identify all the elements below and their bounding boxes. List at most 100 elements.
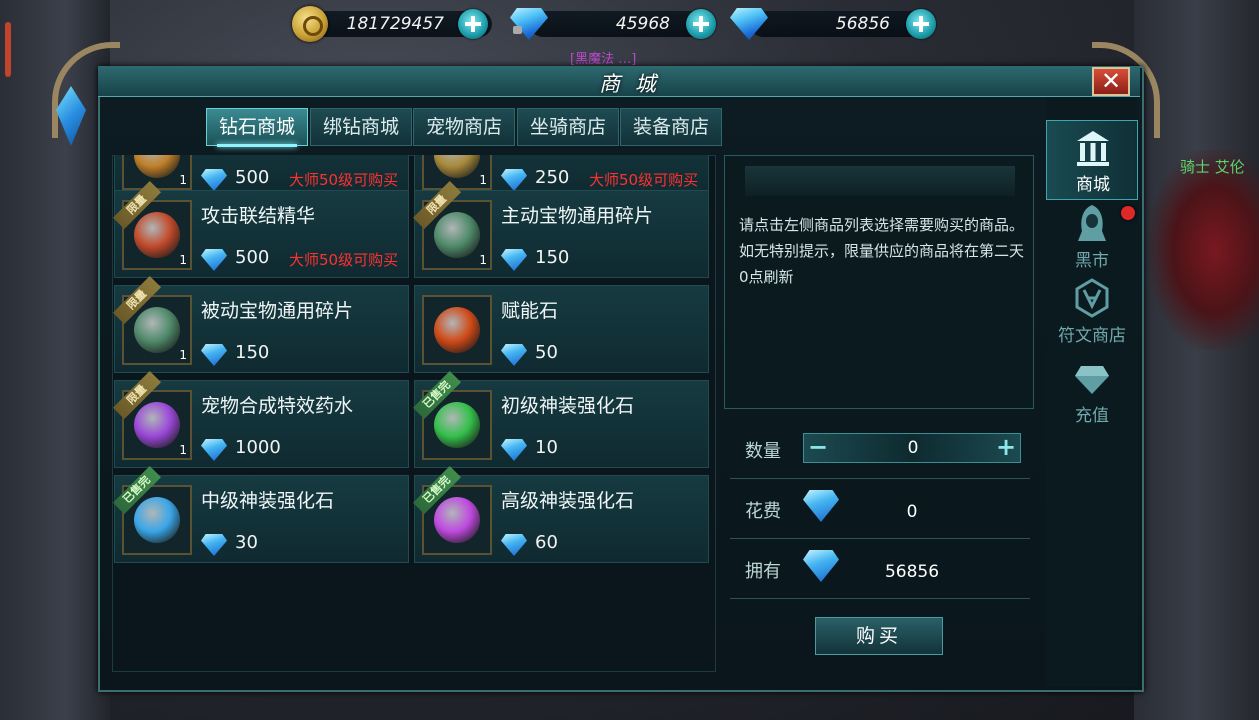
item-price: 150 [235, 342, 270, 363]
diamond-price-icon [201, 439, 227, 461]
item-name: 初级神装强化石 [501, 395, 635, 417]
notification-dot [1121, 206, 1135, 220]
item-price: 10 [535, 437, 558, 458]
item-stack-count: 1 [479, 253, 487, 267]
item-stack-count: 1 [179, 443, 187, 457]
side-nav-label: 黑市 [1075, 251, 1109, 271]
item-description-panel: 请点击左侧商品列表选择需要购买的商品。 如无特别提示，限量供应的商品将在第二天0… [724, 155, 1034, 409]
shop-item[interactable]: 已售完 中级神装强化石 30 [112, 465, 409, 563]
description-text: 请点击左侧商品列表选择需要购买的商品。 如无特别提示，限量供应的商品将在第二天0… [739, 216, 1025, 286]
diamond-price-icon [501, 249, 527, 271]
owned-value: 56856 [884, 562, 940, 582]
item-price: 150 [535, 247, 570, 268]
item-name: 宠物合成特效药水 [201, 395, 354, 417]
side-nav-label: 符文商店 [1058, 326, 1126, 346]
gold-amount: 181729457 [346, 14, 444, 34]
item-requirement: 大师50级可购买 [289, 251, 399, 269]
bound-diamond-amount: 45968 [615, 14, 670, 34]
item-price: 50 [535, 342, 558, 363]
add-diamond-button[interactable] [906, 9, 936, 39]
diamond-price-icon [501, 439, 527, 461]
add-gold-button[interactable] [458, 9, 488, 39]
side-nav-label: 充值 [1075, 406, 1109, 426]
item-thumbnail [422, 295, 492, 365]
side-nav-rune-shop[interactable]: 符文商店 [1046, 270, 1138, 350]
hooded-figure-icon [1078, 205, 1106, 241]
diamond-amount: 56856 [835, 14, 890, 34]
item-stack-count: 1 [179, 348, 187, 362]
diamond-price-icon [201, 534, 227, 556]
item-requirement: 大师50级可购买 [589, 171, 699, 189]
jade-fragment-icon [134, 307, 180, 353]
shop-item[interactable]: 1 限量 被动宝物通用碎片 150 [112, 275, 409, 373]
potion-icon [134, 402, 180, 448]
bank-icon [1077, 131, 1109, 166]
diamond-price-icon [501, 344, 527, 366]
item-name: 高级神装强化石 [501, 490, 635, 512]
diamond-price-icon [201, 169, 227, 191]
item-name: 攻击联结精华 [201, 205, 316, 227]
diamond-price-icon [501, 534, 527, 556]
window-title: 商 城 [599, 72, 660, 96]
tab-pet-shop[interactable]: 宠物商店 [413, 108, 515, 146]
item-stack-count: 1 [479, 173, 487, 187]
shop-item[interactable]: 赋能石 50 [414, 285, 709, 373]
quantity-stepper[interactable]: − 0 + [803, 433, 1021, 463]
add-bound-diamond-button[interactable] [686, 9, 716, 39]
bound-diamond-currency: 45968 [510, 6, 720, 42]
increase-quantity-button[interactable]: + [994, 435, 1018, 460]
item-name: 主动宝物通用碎片 [501, 205, 654, 227]
side-nav-label: 商城 [1076, 175, 1110, 195]
quantity-label: 数量 [745, 441, 781, 462]
tab-equipment-shop[interactable]: 装备商店 [620, 108, 722, 146]
background-player-name: 骑士 艾伦 [1180, 158, 1245, 176]
diamond-icon [1075, 366, 1109, 394]
side-nav-recharge[interactable]: 充值 [1046, 350, 1138, 430]
shop-item[interactable]: 已售完 初级神装强化石 10 [412, 370, 709, 468]
side-nav-shop[interactable]: 商城 [1046, 120, 1138, 200]
jade-fragment-icon [434, 212, 480, 258]
item-price: 500 [235, 247, 270, 268]
owned-label: 拥有 [745, 561, 781, 582]
item-price: 1000 [235, 437, 281, 458]
background-character [1149, 150, 1259, 350]
description-header [745, 166, 1015, 196]
diamond-price-icon [201, 249, 227, 271]
divider [730, 478, 1030, 479]
item-name: 中级神装强化石 [201, 490, 335, 512]
shop-item[interactable]: 已售完 高级神装强化石 60 [412, 465, 709, 563]
diamond-currency: 56856 [730, 6, 940, 42]
empower-stone-icon [434, 307, 480, 353]
item-requirement: 大师50级可购买 [289, 171, 399, 189]
item-stack-count: 1 [179, 253, 187, 267]
diamond-price-icon [501, 169, 527, 191]
shop-item[interactable]: 1 限量 主动宝物通用碎片 150 [412, 180, 709, 278]
divider [730, 538, 1030, 539]
background-label: [黑魔法 …] [570, 52, 637, 67]
blue-gem-icon [134, 497, 180, 543]
item-price: 30 [235, 532, 258, 553]
attack-essence-icon [134, 212, 180, 258]
item-name: 被动宝物通用碎片 [201, 300, 354, 322]
cost-value: 0 [906, 502, 918, 522]
item-name: 赋能石 [501, 300, 559, 322]
rune-icon [1075, 278, 1109, 318]
gold-coin-icon [292, 6, 328, 42]
lock-icon [513, 26, 522, 34]
item-price: 250 [535, 167, 570, 188]
item-stack-count: 1 [179, 173, 187, 187]
green-gem-icon [434, 402, 480, 448]
diamond-price-icon [201, 344, 227, 366]
tab-mount-shop[interactable]: 坐骑商店 [517, 108, 619, 146]
close-button[interactable]: ✕ [1092, 67, 1130, 96]
divider [730, 598, 1030, 599]
shop-item[interactable]: 1 限量 宠物合成特效药水 1000 [112, 370, 409, 468]
quantity-value: 0 [907, 438, 919, 458]
tab-diamond-shop[interactable]: 钻石商城 [206, 108, 308, 147]
cost-label: 花费 [745, 501, 781, 522]
buy-button[interactable]: 购买 [815, 617, 943, 655]
item-price: 60 [535, 532, 558, 553]
gold-currency: 181729457 [292, 6, 502, 42]
tab-bound-diamond-shop[interactable]: 绑钻商城 [310, 108, 412, 146]
shop-item[interactable]: 1 限量 攻击联结精华 500 大师50级可购买 [112, 180, 409, 278]
